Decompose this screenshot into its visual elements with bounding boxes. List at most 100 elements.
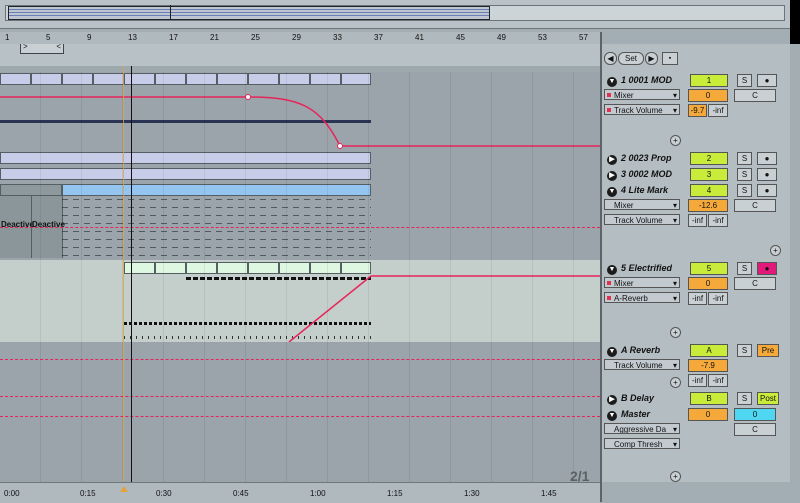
bar-label: 25 xyxy=(251,33,260,42)
solo-button[interactable]: S xyxy=(737,392,752,405)
solo-button[interactable]: S xyxy=(737,168,752,181)
device-chooser[interactable]: Mixer xyxy=(604,89,680,100)
arm-icon[interactable]: ● xyxy=(757,152,777,165)
parameter-chooser[interactable]: Track Volume xyxy=(604,214,680,225)
track-activator[interactable]: 3 xyxy=(690,168,728,181)
expand-icon[interactable]: ▶ xyxy=(607,395,617,405)
pre-post-button[interactable]: Pre xyxy=(757,344,779,357)
return-lane-b[interactable] xyxy=(0,390,600,407)
track-name[interactable]: ▶ 3 0002 MOD xyxy=(607,169,672,181)
device-chooser[interactable]: Mixer xyxy=(604,277,680,288)
track-name[interactable]: ▼ 1 0001 MOD xyxy=(607,75,672,87)
track-name[interactable]: ▼ Master xyxy=(607,409,650,421)
track-activator[interactable]: 1 xyxy=(690,74,728,87)
fold-icon[interactable]: ▼ xyxy=(607,77,617,87)
solo-button[interactable]: S xyxy=(737,74,752,87)
volume-field[interactable]: 0 xyxy=(688,89,728,102)
fold-icon[interactable]: ▼ xyxy=(607,347,617,357)
parameter-chooser[interactable]: Comp Thresh xyxy=(604,438,680,449)
playhead-line[interactable] xyxy=(131,66,132,482)
track-header-5[interactable]: ▼5 Electrified 5 S ● Mixer 0 C A-Reverb … xyxy=(602,260,790,343)
volume-automation[interactable] xyxy=(0,72,600,150)
parameter-chooser[interactable]: Track Volume xyxy=(604,359,680,370)
track-lane-4[interactable]: Deactive Deactive xyxy=(0,182,600,261)
device-chooser[interactable]: Mixer xyxy=(604,199,680,210)
pan-field[interactable]: C xyxy=(734,89,776,102)
arm-icon[interactable]: ● xyxy=(757,168,777,181)
track-name[interactable]: ▼ A Reverb xyxy=(607,345,660,357)
track-name[interactable]: ▶ 2 0023 Prop xyxy=(607,153,672,165)
track-header-3[interactable]: ▶ 3 0002 MOD 3 S ● xyxy=(602,166,790,183)
window-edge-lower xyxy=(790,44,800,502)
add-lane-icon[interactable]: + xyxy=(670,471,681,482)
return-header-b[interactable]: ▶ B Delay B S Post xyxy=(602,390,790,407)
volume-field[interactable]: 0 xyxy=(688,408,728,421)
device-chooser[interactable]: Aggressive Da xyxy=(604,423,680,434)
volume-field[interactable]: -12.6 xyxy=(688,199,728,212)
parameter-chooser[interactable]: A-Reverb xyxy=(604,292,680,303)
parameter-chooser[interactable]: Track Volume xyxy=(604,104,680,115)
track-activator[interactable]: 2 xyxy=(690,152,728,165)
track-lane-3[interactable] xyxy=(0,166,600,183)
track-lane-2[interactable] xyxy=(0,150,600,167)
track-header-4[interactable]: ▼4 Lite Mark 4 S ● Mixer -12.6 C Track V… xyxy=(602,182,790,261)
fold-icon[interactable]: ▼ xyxy=(607,411,617,421)
set-locator-button[interactable]: Set xyxy=(618,52,644,65)
pan-field[interactable]: C xyxy=(734,199,776,212)
next-locator-button[interactable]: ▶ xyxy=(645,52,658,65)
add-lane-icon[interactable]: + xyxy=(670,327,681,338)
solo-button[interactable]: S xyxy=(737,184,752,197)
track-header-2[interactable]: ▶ 2 0023 Prop 2 S ● xyxy=(602,150,790,167)
lock-icon[interactable]: ▪ xyxy=(662,52,678,65)
master-lane[interactable] xyxy=(0,406,600,483)
volume-field[interactable]: -7.9 xyxy=(688,359,728,372)
solo-button[interactable]: S xyxy=(737,262,752,275)
clip[interactable] xyxy=(0,152,371,164)
time-ruler[interactable]: 0:00 0:15 0:30 0:45 1:00 1:15 1:30 1:45 xyxy=(0,482,600,503)
loop-brace[interactable]: > < xyxy=(20,42,64,54)
arm-icon[interactable]: ● xyxy=(757,74,777,87)
overview-selection[interactable] xyxy=(8,6,490,20)
start-marker-icon[interactable] xyxy=(120,486,128,492)
pan-field[interactable]: C xyxy=(734,423,776,436)
track-activator[interactable]: 5 xyxy=(690,262,728,275)
solo-button[interactable]: S xyxy=(737,152,752,165)
bar-label: 13 xyxy=(128,33,137,42)
arm-icon[interactable]: ● xyxy=(757,184,777,197)
clip[interactable] xyxy=(62,184,371,196)
expand-icon[interactable]: ▶ xyxy=(607,171,617,181)
volume-field[interactable]: 0 xyxy=(688,277,728,290)
track-name[interactable]: ▶ B Delay xyxy=(607,393,654,405)
add-lane-icon[interactable]: + xyxy=(670,377,681,388)
prev-locator-button[interactable]: ◀ xyxy=(604,52,617,65)
track-activator[interactable]: 4 xyxy=(690,184,728,197)
fold-icon[interactable]: ▼ xyxy=(607,187,617,197)
add-lane-icon[interactable]: + xyxy=(670,135,681,146)
expand-icon[interactable]: ▶ xyxy=(607,155,617,165)
clip[interactable] xyxy=(0,168,371,180)
arm-icon[interactable]: ● xyxy=(757,262,777,275)
master-header[interactable]: ▼Master 0 0 Aggressive Da C Comp Thresh … xyxy=(602,406,790,483)
track-activator[interactable]: A xyxy=(690,344,728,357)
track-name[interactable]: ▼ 5 Electrified xyxy=(607,263,672,275)
track-header-1[interactable]: ▼1 0001 MOD 1 S ● Mixer 0 C Track Volume… xyxy=(602,72,790,151)
pan-field[interactable]: C xyxy=(734,277,776,290)
track-name[interactable]: ▼ 4 Lite Mark xyxy=(607,185,668,197)
fold-icon[interactable]: ▼ xyxy=(607,265,617,275)
track-lane-1[interactable] xyxy=(0,72,600,151)
return-header-a[interactable]: ▼A Reverb A S Pre Track Volume -7.9 -inf… xyxy=(602,342,790,391)
add-lane-icon[interactable]: + xyxy=(770,245,781,256)
time-label: 0:15 xyxy=(80,489,96,498)
solo-button[interactable]: S xyxy=(737,344,752,357)
track-lane-5[interactable] xyxy=(0,260,600,343)
automation-value[interactable]: -9.7 xyxy=(688,104,707,117)
pre-post-button[interactable]: Post xyxy=(757,392,779,405)
arrangement-overview[interactable] xyxy=(0,0,790,29)
track-activator[interactable]: B xyxy=(690,392,728,405)
deactivated-clip[interactable] xyxy=(0,184,62,196)
return-lane-a[interactable] xyxy=(0,342,600,391)
send-automation[interactable] xyxy=(0,260,600,342)
cue-volume[interactable]: 0 xyxy=(734,408,776,421)
loop-bar[interactable] xyxy=(0,44,600,66)
automation-line xyxy=(0,396,600,397)
